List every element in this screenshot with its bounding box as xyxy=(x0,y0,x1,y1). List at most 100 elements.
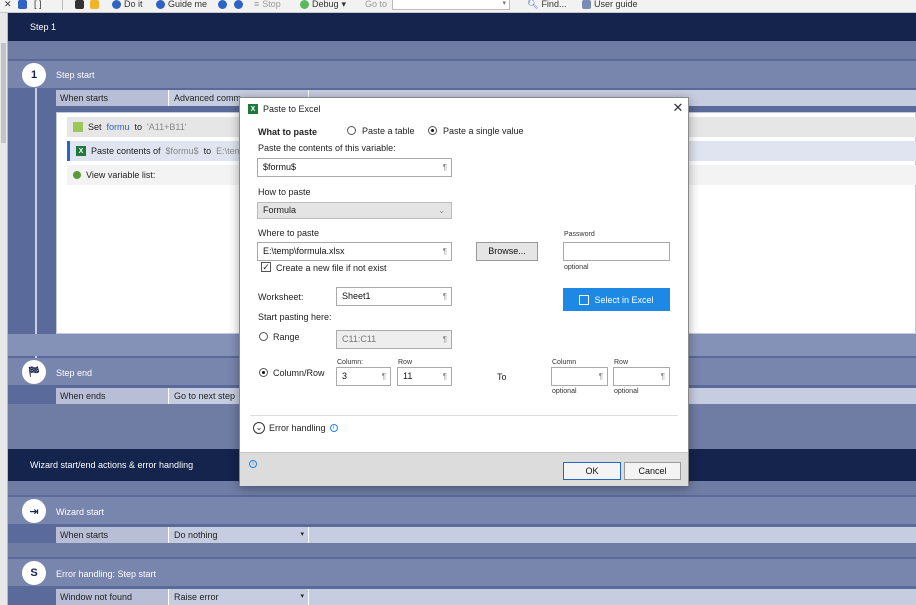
when-ends-label: When ends xyxy=(56,388,169,404)
where-to-paste-label: Where to paste xyxy=(258,228,320,238)
step-number-badge: 1 xyxy=(22,63,46,87)
ok-button[interactable]: OK xyxy=(563,462,621,480)
step-connector-line xyxy=(35,88,37,376)
dialog-titlebar[interactable]: X Paste to Excel xyxy=(240,98,688,120)
chevron-down-circle-icon: ⌄ xyxy=(253,422,265,434)
step1-band xyxy=(8,41,916,59)
column-header: Column: xyxy=(337,359,364,366)
radio-paste-table[interactable] xyxy=(347,126,356,137)
create-file-label: Create a new file if not exist xyxy=(276,263,387,273)
action-prefix: Set xyxy=(88,122,102,132)
action-variable: formu xyxy=(106,122,130,132)
paste-single-label: Paste a single value xyxy=(443,126,524,136)
error-handling-label: Error handling: Step start xyxy=(56,569,157,579)
range-input[interactable]: C11:C11 ¶ xyxy=(336,330,452,349)
action-value: 'A11+B11' xyxy=(147,122,187,132)
new-icon[interactable] xyxy=(18,0,27,11)
window-not-found-row[interactable]: Window not found Raise error ▾ xyxy=(56,589,916,605)
goto-label: Go to xyxy=(365,0,388,9)
column-row-label: Column/Row xyxy=(273,368,325,378)
step-start-row[interactable]: 1 Step start xyxy=(8,61,916,88)
user-guide-button[interactable]: User guide xyxy=(582,0,638,11)
stop-button[interactable]: ≡ Stop xyxy=(254,0,281,11)
action-variable: $formu$ xyxy=(165,146,199,156)
excel-icon: X xyxy=(76,146,86,156)
wizard-when-starts-label: When starts xyxy=(56,527,169,543)
action-middle: to xyxy=(203,146,212,156)
wizard-start-label: Wizard start xyxy=(56,507,105,517)
chevron-down-icon: ▾ xyxy=(300,593,304,600)
create-file-checkbox[interactable]: ✓ xyxy=(261,262,271,272)
wizard-when-starts-row[interactable]: When starts Do nothing ▾ xyxy=(56,527,916,543)
to-column-input[interactable]: ¶ xyxy=(551,367,608,386)
step1-title: Step 1 xyxy=(30,22,57,32)
doit-button[interactable]: Do it xyxy=(112,0,143,11)
wizard-start-row[interactable]: ⇥ Wizard start xyxy=(8,497,916,524)
browse-button[interactable]: Browse... xyxy=(476,242,538,261)
chevron-down-icon: ⌄ xyxy=(438,206,445,215)
dialog-title: Paste to Excel xyxy=(263,104,321,114)
top-toolbar: ✕ [ ] Do it Guide me ≡ Stop Debug ▾ Go to … xyxy=(0,0,916,13)
variable-input[interactable]: $formu$ ¶ xyxy=(257,158,452,177)
cancel-button[interactable]: Cancel xyxy=(624,462,681,480)
password-input[interactable] xyxy=(563,242,670,261)
error-handling-row[interactable]: S Error handling: Step start xyxy=(8,559,916,586)
range-label: Range xyxy=(273,332,300,342)
paste-contents-label: Paste the contents of this variable: xyxy=(258,143,396,153)
row-header: Row xyxy=(398,359,413,366)
step1-header[interactable]: Step 1 xyxy=(8,13,916,41)
close-icon[interactable]: ✕ xyxy=(670,100,686,116)
to-row-header: Row xyxy=(614,359,629,366)
left-scrollbar[interactable] xyxy=(0,13,8,605)
paste-table-label: Paste a table xyxy=(362,126,415,136)
wizard-title: Wizard start/end actions & error handlin… xyxy=(30,460,194,470)
dialog-footer: i OK Cancel xyxy=(240,452,688,486)
scroll-thumb[interactable] xyxy=(1,43,6,143)
step-start-label: Step start xyxy=(56,70,95,80)
row-input[interactable]: 11 ¶ xyxy=(397,367,452,386)
to-column-header: Column xyxy=(552,359,577,366)
guide-me-button[interactable]: Guide me xyxy=(156,0,207,11)
raise-error-dropdown[interactable]: Raise error ▾ xyxy=(169,589,309,605)
find-button[interactable]: 🔍︎ Find... xyxy=(527,0,566,11)
how-to-paste-select[interactable]: Formula ⌄ xyxy=(257,202,452,219)
radio-column-row[interactable] xyxy=(259,368,268,379)
window-not-found-label: Window not found xyxy=(56,589,169,605)
finish-flag-icon: 🏁︎ xyxy=(22,360,46,384)
error-handling-toggle[interactable]: ⌄ Error handling i xyxy=(253,422,338,434)
worksheet-input[interactable]: Sheet1 ¶ xyxy=(336,287,452,306)
close-x-icon[interactable]: ✕ xyxy=(4,0,12,11)
debug-button[interactable]: Debug ▾ xyxy=(300,0,346,11)
record-icon[interactable] xyxy=(218,0,227,11)
to-row-input[interactable]: ¶ xyxy=(613,367,670,386)
error-handling-label: Error handling xyxy=(269,423,326,433)
dialog-divider xyxy=(250,415,678,416)
save-icon[interactable] xyxy=(75,0,84,11)
bug-icon xyxy=(73,171,81,179)
grid-select-icon xyxy=(579,294,590,305)
when-starts-label: When starts xyxy=(56,90,169,106)
info-icon[interactable]: i xyxy=(329,424,338,432)
action-middle: to xyxy=(134,122,143,132)
radio-paste-single[interactable] xyxy=(428,126,437,137)
bracket-icon[interactable]: [ ] xyxy=(34,0,42,11)
wizard-band2 xyxy=(8,543,916,557)
select-in-excel-button[interactable]: Select in Excel xyxy=(563,288,670,311)
column-input[interactable]: 3 ¶ xyxy=(336,367,391,386)
start-pasting-label: Start pasting here: xyxy=(258,312,332,322)
enter-icon: ⇥ xyxy=(22,499,46,523)
paste-to-excel-dialog: X Paste to Excel ✕ What to paste Paste a… xyxy=(239,97,689,486)
replay-icon[interactable] xyxy=(234,0,243,11)
worksheet-label: Worksheet: xyxy=(258,292,304,302)
radio-range[interactable] xyxy=(259,332,268,343)
password-optional: optional xyxy=(564,264,589,271)
action-prefix: View variable list: xyxy=(86,170,156,180)
goto-input[interactable]: ▾ xyxy=(392,0,510,10)
password-label: Password xyxy=(564,231,595,238)
what-to-paste-label: What to paste xyxy=(258,127,318,137)
info-icon[interactable]: i xyxy=(249,460,257,468)
step-end-label: Step end xyxy=(56,368,93,378)
file-path-input[interactable]: E:\temp\formula.xlsx ¶ xyxy=(257,242,452,261)
folder-icon[interactable] xyxy=(90,0,99,11)
do-nothing-dropdown[interactable]: Do nothing ▾ xyxy=(169,527,309,543)
